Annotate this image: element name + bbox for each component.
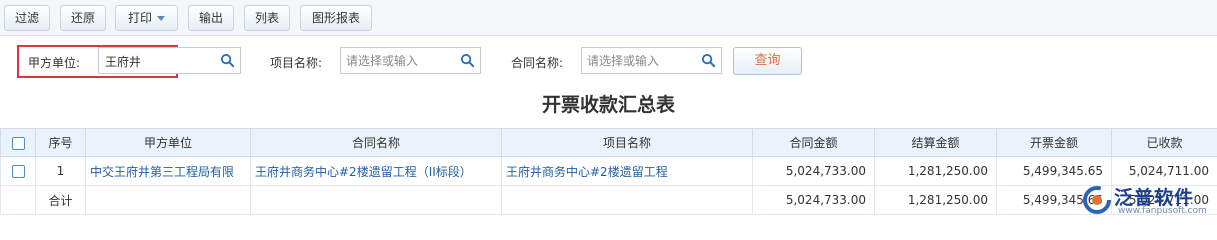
project-input[interactable] bbox=[346, 52, 456, 70]
search-icon[interactable] bbox=[220, 53, 235, 68]
search-icon[interactable] bbox=[460, 53, 475, 68]
watermark-url: www.fanpusoft.com bbox=[1118, 206, 1207, 216]
header-party-a[interactable]: 甲方单位 bbox=[85, 128, 251, 157]
party-a-label: 甲方单位: bbox=[28, 56, 81, 70]
header-invoice-amount[interactable]: 开票金额 bbox=[996, 128, 1112, 157]
project-label: 项目名称: bbox=[270, 56, 323, 70]
export-button[interactable]: 输出 bbox=[188, 5, 234, 31]
query-button-label: 查询 bbox=[754, 53, 781, 68]
row-settlement-amount: 1,281,250.00 bbox=[874, 156, 997, 186]
row-party-a[interactable]: 中交王府井第三工程局有限 bbox=[85, 156, 251, 186]
print-button-label: 打印 bbox=[127, 11, 152, 25]
table-header-row: 序号 甲方单位 合同名称 项目名称 合同金额 结算金额 开票金额 已收款 bbox=[0, 128, 1217, 157]
contract-label: 合同名称: bbox=[511, 56, 564, 70]
row-contract-amount: 5,024,733.00 bbox=[752, 156, 875, 186]
chart-report-button-label: 图形报表 bbox=[311, 11, 360, 25]
chart-report-button[interactable]: 图形报表 bbox=[300, 5, 372, 31]
project-field[interactable] bbox=[340, 47, 481, 74]
search-icon[interactable] bbox=[701, 53, 716, 68]
report-title: 开票收款汇总表 bbox=[541, 94, 675, 116]
contract-field[interactable] bbox=[581, 47, 722, 74]
row-checkbox[interactable] bbox=[11, 165, 25, 178]
header-settlement-amount[interactable]: 结算金额 bbox=[874, 128, 997, 157]
total-project bbox=[501, 185, 753, 215]
party-a-field[interactable]: 王府井 bbox=[98, 47, 241, 74]
total-label: 合计 bbox=[35, 185, 86, 215]
header-received[interactable]: 已收款 bbox=[1111, 128, 1217, 157]
table-row[interactable]: 1 中交王府井第三工程局有限 王府井商务中心#2楼遗留工程（II标段） 王府井商… bbox=[0, 156, 1217, 186]
toolbar: 过滤 还原 打印 输出 列表 图形报表 bbox=[0, 0, 1217, 36]
list-button[interactable]: 列表 bbox=[244, 5, 290, 31]
row-project[interactable]: 王府井商务中心#2楼遗留工程 bbox=[501, 156, 753, 186]
row-index: 1 bbox=[35, 156, 86, 186]
total-row: 合计 5,024,733.00 1,281,250.00 5,499,345.6… bbox=[0, 185, 1217, 215]
filter-button-label: 过滤 bbox=[14, 11, 39, 25]
select-all-cell[interactable] bbox=[0, 128, 36, 157]
print-button[interactable]: 打印 bbox=[115, 5, 178, 31]
export-button-label: 输出 bbox=[198, 11, 223, 25]
contract-input[interactable] bbox=[587, 52, 697, 70]
party-a-value: 王府井 bbox=[105, 55, 142, 69]
restore-button-label: 还原 bbox=[70, 11, 95, 25]
total-contract bbox=[250, 185, 502, 215]
filter-button[interactable]: 过滤 bbox=[4, 5, 50, 31]
watermark: 泛普软件 www.fanpusoft.com bbox=[1078, 181, 1217, 218]
list-button-label: 列表 bbox=[254, 11, 279, 25]
header-project[interactable]: 项目名称 bbox=[501, 128, 753, 157]
row-select-cell[interactable] bbox=[0, 156, 36, 186]
select-all-checkbox[interactable] bbox=[11, 136, 25, 150]
header-index[interactable]: 序号 bbox=[35, 128, 86, 157]
total-party-a bbox=[85, 185, 251, 215]
restore-button[interactable]: 还原 bbox=[60, 5, 106, 31]
total-settlement-amount: 1,281,250.00 bbox=[874, 185, 997, 215]
total-empty-cell bbox=[0, 185, 36, 215]
query-button[interactable]: 查询 bbox=[733, 47, 802, 75]
chevron-down-icon bbox=[157, 16, 165, 21]
header-contract-amount[interactable]: 合同金额 bbox=[752, 128, 875, 157]
brand-logo-icon bbox=[1083, 186, 1111, 214]
summary-table: 序号 甲方单位 合同名称 项目名称 合同金额 结算金额 开票金额 已收款 1 中… bbox=[0, 128, 1217, 215]
row-contract[interactable]: 王府井商务中心#2楼遗留工程（II标段） bbox=[250, 156, 502, 186]
total-contract-amount: 5,024,733.00 bbox=[752, 185, 875, 215]
header-contract[interactable]: 合同名称 bbox=[250, 128, 502, 157]
